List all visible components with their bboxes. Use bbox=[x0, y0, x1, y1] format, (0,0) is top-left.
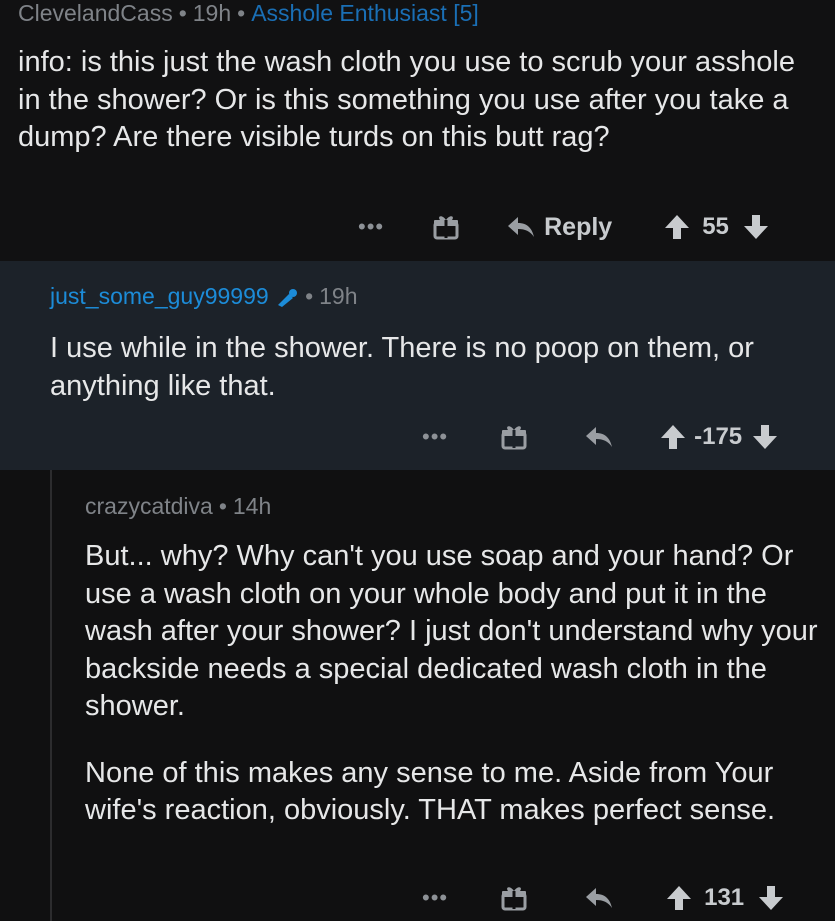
more-icon[interactable]: ••• bbox=[358, 214, 384, 240]
more-icon[interactable]: ••• bbox=[422, 885, 448, 911]
gift-icon[interactable] bbox=[500, 423, 528, 451]
comment-paragraph: But... why? Why can't you use soap and y… bbox=[85, 540, 818, 722]
comment-body: info: is this just the wash cloth you us… bbox=[18, 46, 795, 153]
separator: • bbox=[237, 0, 246, 26]
reply-arrow-icon[interactable] bbox=[584, 425, 614, 449]
vote-score: 55 bbox=[702, 213, 729, 240]
upvote-icon[interactable] bbox=[660, 423, 686, 451]
reply-label: Reply bbox=[544, 212, 613, 241]
op-icon bbox=[278, 288, 298, 307]
comment-body: But... why? Why can't you use soap and y… bbox=[85, 538, 825, 830]
comment-actions: ••• 131 bbox=[422, 876, 784, 920]
comment-age: 14h bbox=[232, 493, 272, 519]
author-link[interactable]: just_some_guy99999 bbox=[50, 283, 269, 309]
gift-icon[interactable] bbox=[432, 213, 460, 241]
reply-arrow-icon[interactable] bbox=[584, 886, 614, 910]
downvote-icon[interactable] bbox=[743, 213, 769, 241]
comment-actions: ••• Reply 55 bbox=[358, 205, 769, 249]
comment-meta: ClevelandCass • 19h • Asshole Enthusiast [5] bbox=[18, 0, 479, 27]
comment-meta: just_some_guy99999 • 19h bbox=[50, 283, 358, 310]
user-flair: Asshole Enthusiast [5] bbox=[251, 0, 479, 26]
comment-paragraph: None of this makes any sense to me. Asid… bbox=[85, 756, 776, 827]
comment-age: 19h bbox=[192, 0, 232, 26]
upvote-icon[interactable] bbox=[666, 884, 692, 912]
vote-score: -175 bbox=[694, 423, 743, 450]
upvote-icon[interactable] bbox=[664, 213, 690, 241]
comment-crazycatdiva: crazycatdiva • 14h But... why? Why can't y… bbox=[0, 470, 835, 921]
comment-body: I use while in the shower. There is no p… bbox=[50, 332, 754, 402]
author-link[interactable]: crazycatdiva bbox=[85, 493, 213, 519]
comment-clevelandcass: ClevelandCass • 19h • Asshole Enthusiast [5]… bbox=[0, 0, 835, 261]
downvote-icon[interactable] bbox=[752, 423, 778, 451]
comment-just-some-guy: just_some_guy99999 • 19h I use while in t… bbox=[0, 261, 835, 470]
gift-icon[interactable] bbox=[500, 884, 528, 912]
separator: • bbox=[178, 0, 187, 26]
thread-line[interactable] bbox=[50, 470, 52, 921]
comment-meta: crazycatdiva • 14h bbox=[85, 493, 271, 520]
more-icon[interactable]: ••• bbox=[422, 424, 448, 450]
comment-actions: ••• -175 bbox=[422, 415, 778, 459]
reply-arrow-icon bbox=[508, 217, 535, 237]
comment-age: 19h bbox=[319, 283, 358, 309]
separator: • bbox=[218, 493, 227, 519]
separator: • bbox=[305, 283, 314, 309]
vote-score: 131 bbox=[704, 884, 745, 911]
downvote-icon[interactable] bbox=[758, 884, 784, 912]
author-link[interactable]: ClevelandCass bbox=[18, 0, 173, 26]
reply-button[interactable]: Reply bbox=[506, 213, 612, 242]
